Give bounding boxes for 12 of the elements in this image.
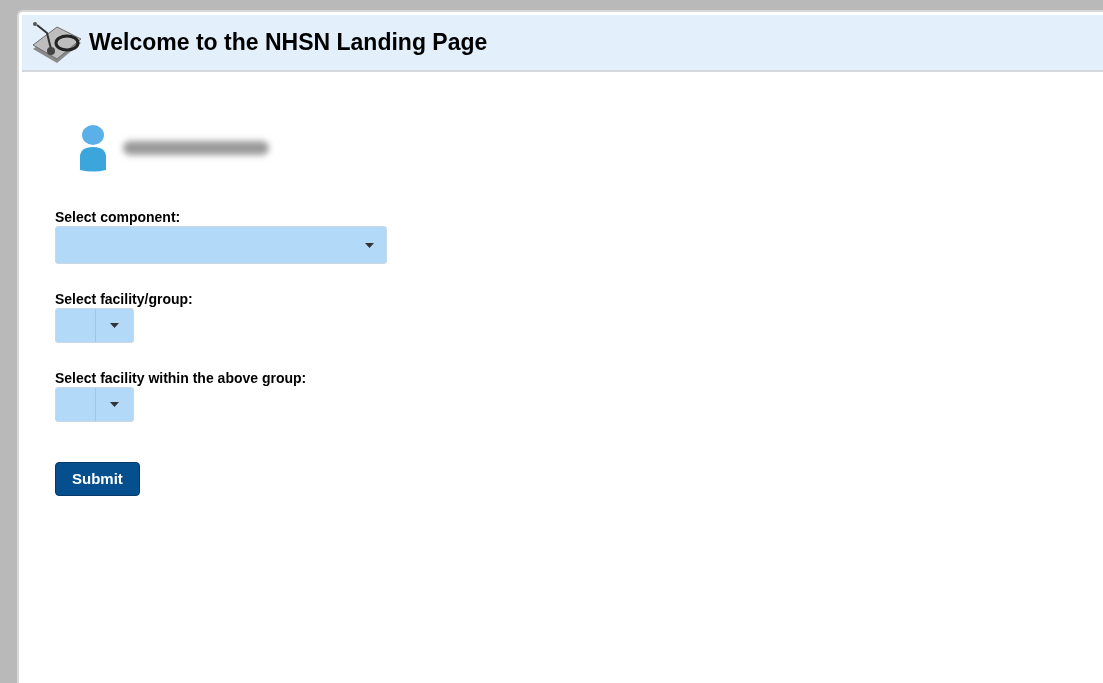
caret-down-icon — [365, 242, 374, 248]
dropdown-field[interactable] — [55, 387, 134, 422]
field-label: Select facility within the above group: — [55, 369, 308, 387]
dropdown-field[interactable] — [55, 308, 134, 343]
user-avatar-icon — [77, 124, 109, 172]
caret-down-icon — [110, 323, 119, 328]
submit-button[interactable]: Submit — [55, 462, 140, 496]
field-label: Select facility/group: — [55, 290, 194, 308]
caret-down-icon — [110, 402, 119, 407]
field-label: Select component: — [55, 208, 182, 226]
dropdown-field[interactable] — [55, 226, 387, 264]
page-title: Welcome to the NHSN Landing Page — [89, 28, 488, 58]
